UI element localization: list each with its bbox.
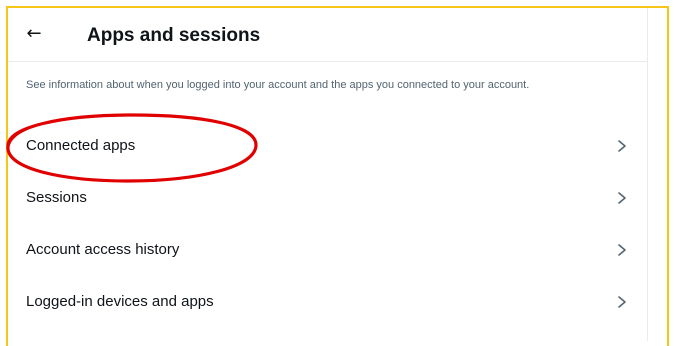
chevron-right-icon xyxy=(618,244,626,256)
header-divider xyxy=(8,61,647,62)
menu-item-label: Sessions xyxy=(26,189,87,206)
menu-item-connected-apps[interactable]: Connected apps xyxy=(8,123,647,175)
apps-and-sessions-panel: ← Apps and sessions See information abou… xyxy=(8,8,647,341)
menu-item-label: Account access history xyxy=(26,241,180,258)
menu-item-logged-in-devices[interactable]: Logged-in devices and apps xyxy=(8,279,647,331)
page-header: ← Apps and sessions xyxy=(8,8,647,61)
menu-item-label: Connected apps xyxy=(26,137,136,154)
menu-item-account-access-history[interactable]: Account access history xyxy=(8,227,647,279)
chevron-right-icon xyxy=(618,192,626,204)
chevron-right-icon xyxy=(618,296,626,308)
column-divider xyxy=(647,8,648,341)
chevron-right-icon xyxy=(618,140,626,152)
settings-menu: Connected apps Sessions Account access h… xyxy=(8,123,647,331)
page-title: Apps and sessions xyxy=(87,25,261,46)
menu-item-sessions[interactable]: Sessions xyxy=(8,175,647,227)
page-description: See information about when you logged in… xyxy=(26,79,530,91)
back-arrow-icon[interactable]: ← xyxy=(24,24,44,44)
menu-item-label: Logged-in devices and apps xyxy=(26,293,214,310)
